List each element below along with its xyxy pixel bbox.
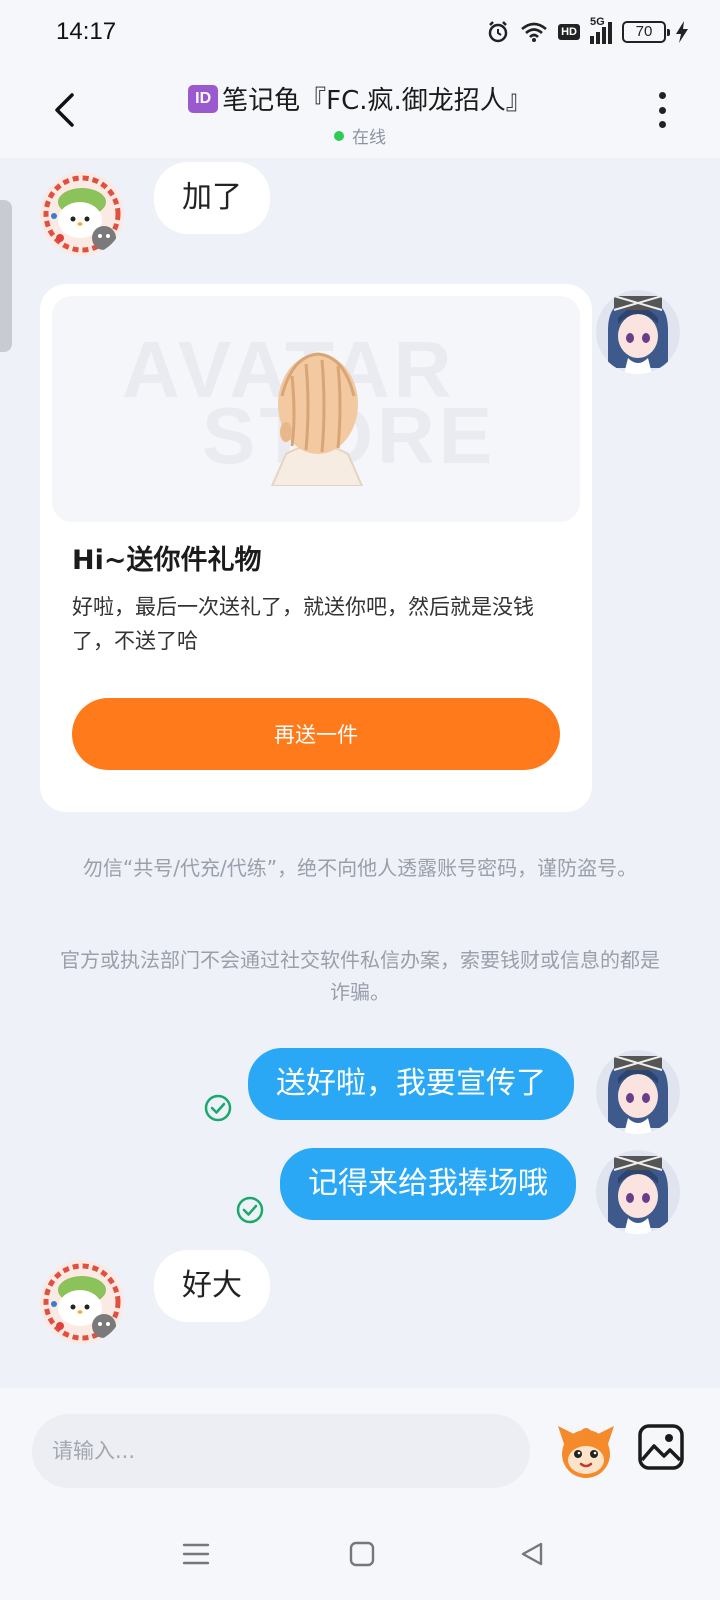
menu-icon bbox=[182, 1543, 210, 1565]
message-bubble-outgoing[interactable]: 记得来给我捧场哦 bbox=[280, 1148, 576, 1220]
nav-back-button[interactable] bbox=[512, 1534, 552, 1574]
hd-icon: HD bbox=[558, 24, 580, 40]
message-input[interactable] bbox=[32, 1414, 530, 1488]
send-another-gift-button[interactable]: 再送一件 bbox=[72, 698, 560, 770]
my-avatar[interactable] bbox=[596, 1050, 680, 1134]
chat-header: ID 笔记龟『FC.疯.御龙招人』 在线 bbox=[0, 62, 720, 158]
more-options-button[interactable] bbox=[650, 90, 674, 130]
online-dot-icon bbox=[334, 130, 344, 141]
read-check-icon bbox=[236, 1196, 264, 1224]
battery-level: 70 bbox=[635, 23, 653, 40]
battery-icon: 70 bbox=[622, 21, 670, 43]
alarm-icon bbox=[488, 21, 508, 43]
home-square-icon bbox=[349, 1541, 375, 1567]
gift-image: AVATAR STORE bbox=[52, 296, 580, 522]
back-arrow-icon bbox=[55, 93, 74, 127]
emoji-icon bbox=[558, 1426, 614, 1478]
nav-home-button[interactable] bbox=[342, 1534, 382, 1574]
input-bar bbox=[0, 1388, 720, 1500]
message-bubble-incoming[interactable]: 好大 bbox=[154, 1250, 270, 1322]
image-icon bbox=[638, 1424, 684, 1470]
status-icons: HD 5G 70 bbox=[486, 16, 688, 48]
network-type: 5G bbox=[590, 16, 605, 28]
gift-title: Hi~送你件礼物 bbox=[72, 545, 262, 576]
contact-avatar[interactable] bbox=[40, 172, 124, 256]
status-time: 14:17 bbox=[56, 18, 117, 45]
fraud-notice: 官方或执法部门不会通过社交软件私信办案，索要钱财或信息的都是诈骗。 bbox=[60, 948, 660, 1004]
chat-messages[interactable]: 加了 AVATAR STORE Hi~送你件礼物 好啦，最后一次送礼了，就送你吧… bbox=[0, 158, 720, 1388]
id-badge-icon: ID bbox=[188, 84, 219, 113]
my-avatar[interactable] bbox=[596, 1150, 680, 1234]
contact-avatar[interactable] bbox=[40, 1260, 124, 1344]
gift-hair-item-image bbox=[270, 352, 364, 486]
security-notice: 勿信“共号/代充/代练”，绝不向他人透露账号密码，谨防盗号。 bbox=[82, 856, 638, 880]
image-button[interactable] bbox=[636, 1422, 686, 1472]
read-check-icon bbox=[204, 1094, 232, 1122]
status-bar: 14:17 HD 5G 70 bbox=[0, 0, 720, 62]
gift-description: 好啦，最后一次送礼了，就送你吧，然后就是没钱了，不送了哈 bbox=[72, 595, 534, 653]
message-bubble-incoming[interactable]: 加了 bbox=[154, 162, 270, 234]
scroll-handle[interactable] bbox=[0, 200, 12, 352]
message-bubble-outgoing[interactable]: 送好啦，我要宣传了 bbox=[248, 1048, 574, 1120]
back-triangle-icon bbox=[521, 1542, 543, 1566]
online-status-label: 在线 bbox=[352, 128, 386, 148]
system-nav-bar bbox=[0, 1500, 720, 1600]
title-block: ID 笔记龟『FC.疯.御龙招人』 在线 bbox=[120, 80, 600, 148]
wifi-icon bbox=[521, 22, 547, 42]
back-button[interactable] bbox=[44, 86, 84, 134]
charging-icon bbox=[676, 21, 688, 43]
emoji-button[interactable] bbox=[554, 1418, 618, 1482]
my-avatar[interactable] bbox=[596, 290, 680, 374]
chat-title: 笔记龟『FC.疯.御龙招人』 bbox=[222, 86, 532, 116]
nav-menu-button[interactable] bbox=[176, 1534, 216, 1574]
signal-icon: 5G bbox=[590, 16, 612, 44]
online-status: 在线 bbox=[120, 123, 600, 148]
